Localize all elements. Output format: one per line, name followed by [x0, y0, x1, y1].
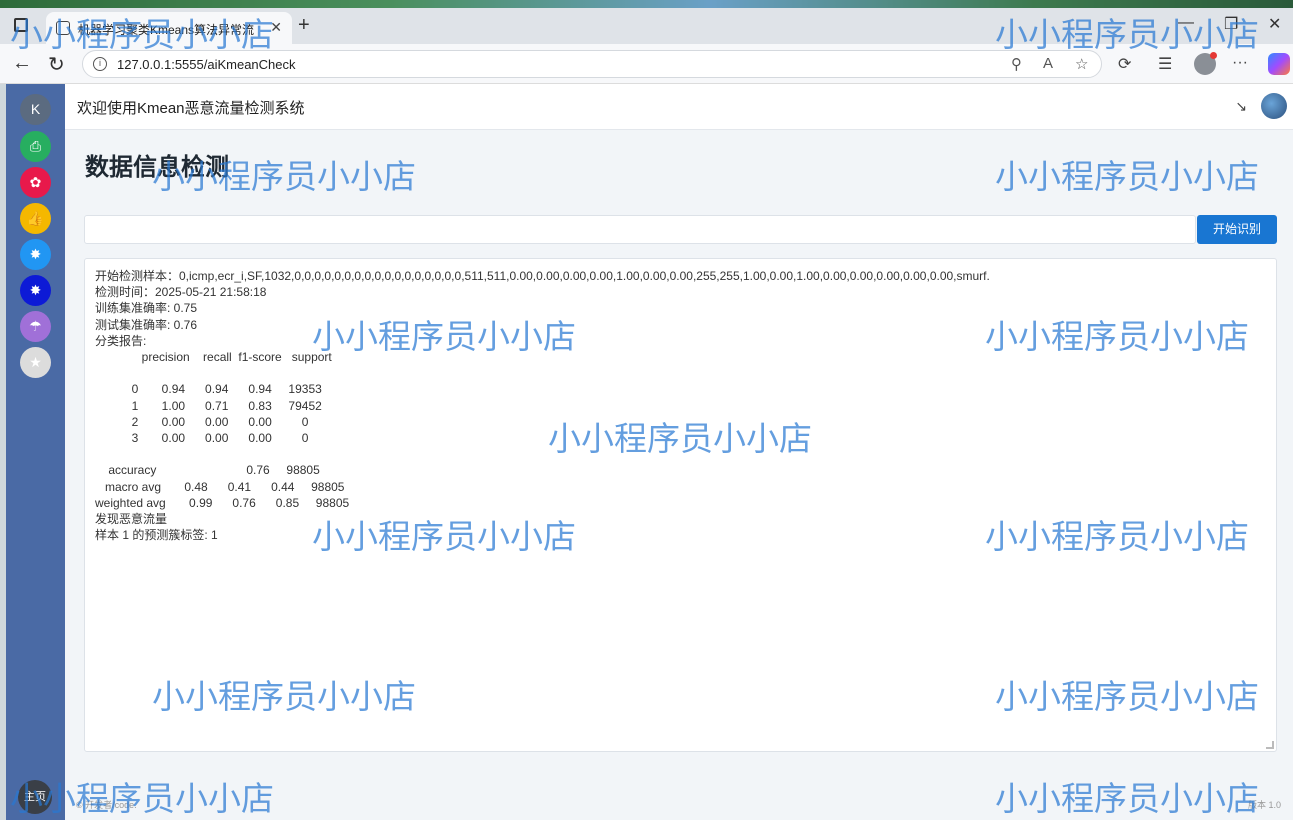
spider-icon-2[interactable]: ✸ — [20, 275, 51, 306]
result-line: 训练集准确率: 0.75 — [95, 301, 198, 316]
star-icon[interactable]: ★ — [20, 347, 51, 378]
site-info-icon[interactable]: i — [93, 57, 107, 71]
back-icon[interactable]: ← — [12, 52, 32, 75]
minimize-icon[interactable]: — — [1178, 14, 1194, 32]
browser-tab-bar: 机器学习聚类Kmeans算法异常流 ✕ + — ❐ ✕ — [0, 8, 1293, 44]
result-line: 2 0.00 0.00 0.00 0 — [95, 414, 309, 429]
maximize-icon[interactable]: ❐ — [1224, 14, 1238, 34]
result-line — [95, 365, 990, 381]
result-line — [95, 446, 990, 462]
start-detection-button[interactable]: 开始识别 — [1197, 215, 1277, 244]
page-title: 数据信息检测 — [85, 154, 229, 181]
more-menu-icon[interactable]: ··· — [1232, 54, 1248, 72]
printer-icon[interactable]: ⎙ — [20, 131, 51, 162]
result-line: 发现恶意流量 — [95, 512, 168, 527]
thumbs-up-icon[interactable]: 👍 — [20, 203, 51, 234]
tab-close-icon[interactable]: ✕ — [270, 19, 282, 36]
bug-icon[interactable]: ✿ — [20, 167, 51, 198]
result-line: 分类报告: — [95, 333, 147, 348]
sidebar-home-button[interactable]: 主页 — [18, 780, 52, 814]
header-title: 欢迎使用Kmean恶意流量检测系统 — [77, 100, 305, 117]
footer-version: 版本 1.0 — [1247, 800, 1281, 810]
refresh-icon[interactable]: ↻ — [48, 52, 65, 77]
favorites-icon[interactable]: ☰ — [1158, 54, 1172, 74]
result-line: 检测时间：2025-05-21 21:58:18 — [95, 285, 267, 300]
result-line: precision recall f1-score support — [95, 350, 332, 365]
user-avatar[interactable] — [1261, 93, 1287, 119]
result-line: 1 1.00 0.71 0.83 79452 — [95, 398, 322, 413]
copilot-icon[interactable] — [1268, 53, 1290, 75]
sample-input[interactable] — [84, 215, 1196, 244]
browser-tab-active[interactable]: 机器学习聚类Kmeans算法异常流 ✕ — [46, 12, 292, 44]
zoom-icon[interactable]: ⚲ — [1011, 55, 1022, 73]
close-window-icon[interactable]: ✕ — [1268, 14, 1281, 34]
desktop-background-strip — [0, 0, 1293, 8]
footer-copyright: © 开发者/code. — [76, 800, 137, 810]
result-line: weighted avg 0.99 0.76 0.85 98805 — [95, 495, 350, 510]
result-line: macro avg 0.48 0.41 0.44 98805 — [95, 479, 345, 494]
new-tab-icon[interactable]: + — [298, 14, 310, 37]
extensions-icon[interactable]: ⟳ — [1118, 54, 1131, 74]
umbrella-icon[interactable]: ☂ — [20, 311, 51, 342]
read-aloud-icon[interactable]: A — [1043, 55, 1053, 72]
favorite-star-icon[interactable]: ☆ — [1075, 55, 1088, 73]
tab-favicon-icon — [56, 21, 70, 35]
sidebar: K ⎙ ✿ 👍 ✸ ✸ ☂ ★ 主页 — [6, 84, 65, 820]
notification-dot — [1210, 52, 1217, 59]
resize-handle[interactable] — [1266, 741, 1274, 749]
result-text: 开始检测样本：0,icmp,ecr_i,SF,1032,0,0,0,0,0,0,… — [95, 268, 990, 543]
result-line: 0 0.94 0.94 0.94 19353 — [95, 382, 322, 397]
result-line: 测试集准确率: 0.76 — [95, 317, 198, 332]
tab-title: 机器学习聚类Kmeans算法异常流 — [78, 23, 255, 37]
logo-icon[interactable]: K — [20, 94, 51, 125]
result-textarea[interactable]: 开始检测样本：0,icmp,ecr_i,SF,1032,0,0,0,0,0,0,… — [84, 258, 1277, 752]
tab-actions-icon[interactable] — [14, 18, 28, 32]
spider-icon[interactable]: ✸ — [20, 239, 51, 270]
browser-address-bar: ← ↻ i 127.0.0.1:5555/aiKmeanCheck ⚲ A ☆ … — [0, 44, 1293, 84]
result-line: 开始检测样本：0,icmp,ecr_i,SF,1032,0,0,0,0,0,0,… — [95, 269, 990, 283]
arrow-icon[interactable]: ↘ — [1235, 98, 1247, 115]
top-header: 欢迎使用Kmean恶意流量检测系统 ↘ — [65, 84, 1293, 130]
url-text[interactable]: 127.0.0.1:5555/aiKmeanCheck — [117, 57, 296, 72]
url-field[interactable]: i 127.0.0.1:5555/aiKmeanCheck ⚲ A ☆ — [82, 50, 1102, 78]
result-line: 3 0.00 0.00 0.00 0 — [95, 431, 309, 446]
result-line: 样本 1 的预测簇标签: 1 — [95, 528, 218, 543]
app-window: K ⎙ ✿ 👍 ✸ ✸ ☂ ★ 主页 欢迎使用Kmean恶意流量检测系统 ↘ 数据信息检测 … — [6, 84, 1293, 820]
result-line: accuracy 0.76 98805 — [95, 463, 320, 478]
